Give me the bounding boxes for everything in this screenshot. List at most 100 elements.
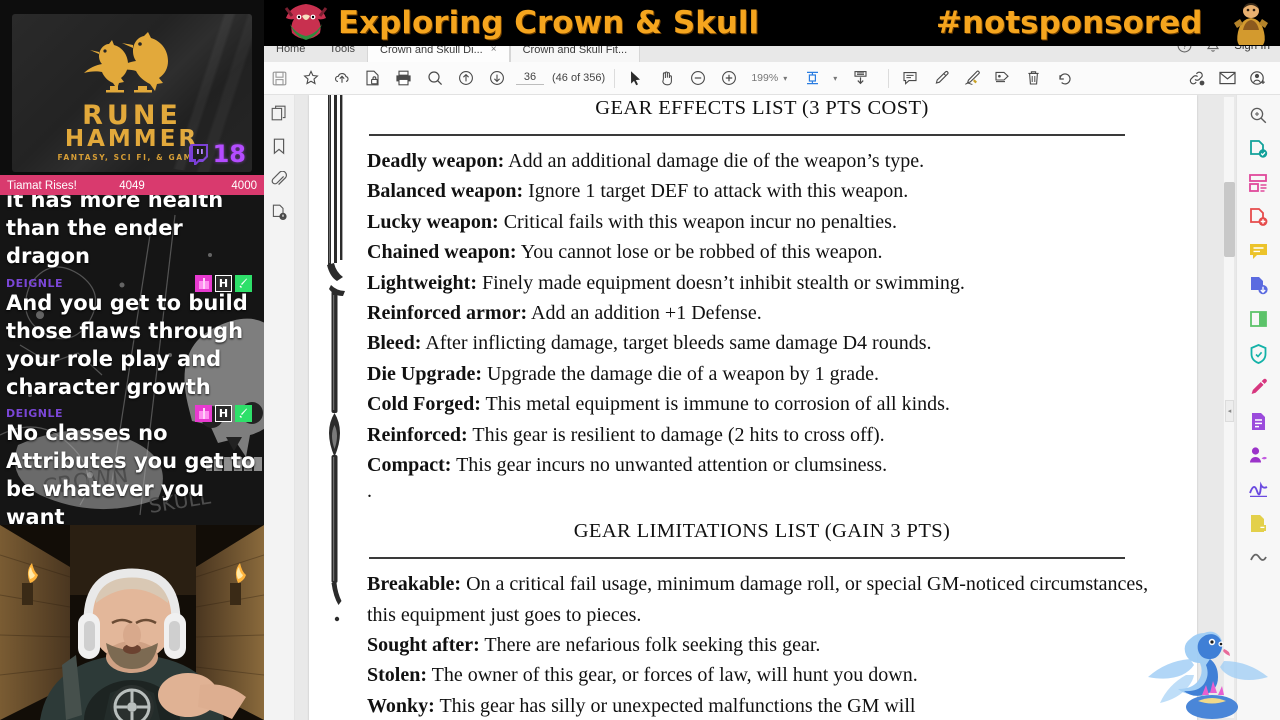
entry-term: Bleed: xyxy=(367,332,422,355)
subscriber-badge xyxy=(195,405,212,423)
trailing-mark: . xyxy=(367,480,372,503)
scrollbar-thumb[interactable] xyxy=(1224,182,1235,257)
comment-tool-icon[interactable] xyxy=(1245,237,1273,265)
gear-limitation-entry: Sought after: There are nefarious folk s… xyxy=(367,630,1157,660)
fill-sign-icon[interactable] xyxy=(1245,407,1273,435)
hand-tool-icon[interactable] xyxy=(651,63,682,94)
entry-desc: Upgrade the damage die of a weapon by 1 … xyxy=(486,362,880,385)
delete-icon[interactable] xyxy=(1018,63,1049,94)
save-icon[interactable] xyxy=(264,63,295,94)
sign-icon[interactable] xyxy=(1245,475,1273,503)
scroll-mode-icon[interactable] xyxy=(845,63,876,94)
protect-pdf-icon[interactable] xyxy=(1245,339,1273,367)
acrobat-left-rail xyxy=(264,95,295,720)
section-heading-gear-limitations: GEAR LIMITATIONS LIST (GAIN 3 PTS) xyxy=(573,520,951,543)
edit-pdf-icon[interactable] xyxy=(1245,373,1273,401)
gear-effect-entry: Deadly weapon: Add an additional damage … xyxy=(367,146,1157,176)
viewer-count: 18 xyxy=(212,140,246,168)
email-icon[interactable] xyxy=(1212,63,1243,94)
next-page-icon[interactable] xyxy=(481,63,512,94)
stream-overlay-column: RUNE HAMMER FANTASY, SCI FI, & GAMES 18 … xyxy=(0,0,264,720)
entry-desc: There are nefarious folk seeking this ge… xyxy=(484,634,821,657)
goal-current: 4049 xyxy=(119,180,145,192)
page-number-input[interactable]: 36 xyxy=(516,71,544,85)
chat-message: DEIGNLE H No classes no Attributes you g… xyxy=(6,405,258,525)
crop-pages-icon[interactable] xyxy=(1245,305,1273,333)
search-icon[interactable] xyxy=(1245,101,1273,129)
page-navigation: 36 (46 of 356) xyxy=(516,71,605,85)
collapse-right-panel-button[interactable]: ◂ xyxy=(1225,400,1234,422)
select-cursor-icon[interactable] xyxy=(620,63,651,94)
entry-desc: Critical fails with this weapon incur no… xyxy=(503,210,897,233)
fit-page-icon[interactable] xyxy=(797,63,828,94)
h-badge: H xyxy=(215,405,232,423)
entry-term: Lightweight: xyxy=(367,271,477,294)
chevron-down-icon[interactable]: ▾ xyxy=(833,74,837,83)
highlight-icon[interactable] xyxy=(925,63,956,94)
zoom-tool-icon[interactable] xyxy=(419,63,450,94)
rotate-icon[interactable] xyxy=(1049,63,1080,94)
chat-message: DEIGNLE H And you get to build those fla… xyxy=(6,274,258,402)
entry-desc: Add an addition +1 Defense. xyxy=(531,301,762,324)
section-divider xyxy=(369,134,1125,136)
entry-term: Deadly weapon: xyxy=(367,150,505,172)
entry-desc: You cannot lose or be robbed of this wea… xyxy=(520,241,883,264)
stream-title-banner: Exploring Crown & Skull #notsponsored xyxy=(264,0,1280,46)
gear-limitation-entry: Breakable: On a critical fail usage, min… xyxy=(367,569,1157,630)
print-icon[interactable] xyxy=(388,63,419,94)
entry-desc: The owner of this gear, or forces of law… xyxy=(431,664,918,687)
bookmarks-icon[interactable] xyxy=(272,138,286,160)
previous-page-icon[interactable] xyxy=(450,63,481,94)
pdf-text-content: GEAR EFFECTS LIST (3 PTS COST) Deadly we… xyxy=(367,95,1157,720)
chat-badges: H xyxy=(195,405,252,423)
goal-target: 4000 xyxy=(231,180,257,192)
organize-pages-icon[interactable] xyxy=(1245,169,1273,197)
entry-desc: Ignore 1 target DEF to attack with this … xyxy=(528,180,909,203)
chat-message-list: it has more health than the ender dragon… xyxy=(0,195,264,525)
request-signature-icon[interactable] xyxy=(1245,441,1273,469)
twitch-icon xyxy=(188,143,208,165)
zoom-out-icon[interactable] xyxy=(682,63,713,94)
export-pdf-icon[interactable] xyxy=(1245,135,1273,163)
two-ravens-icon xyxy=(84,32,168,93)
attachments-icon[interactable] xyxy=(271,170,287,193)
adobe-acrobat-window: Home Tools Crown and Skull Di... × Crown… xyxy=(264,0,1280,720)
gear-effect-entry: Lightweight: Finely made equipment doesn… xyxy=(367,268,1157,298)
dragon-head-icon xyxy=(284,4,328,40)
sword-badge xyxy=(235,405,252,423)
toolbar-divider xyxy=(888,68,890,88)
brand-name-line2: HAMMER xyxy=(64,126,200,152)
pdf-document-viewport[interactable]: GEAR EFFECTS LIST (3 PTS COST) Deadly we… xyxy=(295,95,1236,720)
gear-effect-entry: Cold Forged: This metal equipment is imm… xyxy=(367,389,1157,419)
draw-icon[interactable] xyxy=(956,63,987,94)
goal-bar: Tiamat Rises! 4049 4000 xyxy=(0,175,264,197)
streamer-webcam xyxy=(0,525,264,720)
gear-effect-entry: Reinforced armor: Add an addition +1 Def… xyxy=(367,298,1157,328)
gear-effect-entry: Balanced weapon: Ignore 1 target DEF to … xyxy=(367,176,1157,206)
entry-desc: Finely made equipment doesn’t inhibit st… xyxy=(482,271,965,294)
stamp-tool-icon[interactable] xyxy=(1245,509,1273,537)
measure-icon[interactable] xyxy=(1245,543,1273,571)
zoom-in-icon[interactable] xyxy=(713,63,744,94)
add-person-icon[interactable] xyxy=(1243,63,1274,94)
zoom-level-label[interactable]: 199% xyxy=(744,72,778,84)
document-info-icon[interactable] xyxy=(271,204,288,226)
sword-ornament-icon xyxy=(327,95,345,622)
upload-cloud-icon[interactable] xyxy=(326,63,357,94)
protect-file-icon[interactable] xyxy=(357,63,388,94)
entry-desc: This gear has silly or unexpected malfun… xyxy=(439,694,916,717)
chevron-left-icon: ◂ xyxy=(1227,408,1232,415)
character-icon xyxy=(1234,3,1268,45)
logo-card: RUNE HAMMER FANTASY, SCI FI, & GAMES 18 xyxy=(12,14,252,172)
entry-term: Stolen: xyxy=(367,664,427,687)
stamp-icon[interactable] xyxy=(987,63,1018,94)
share-link-icon[interactable] xyxy=(1181,63,1212,94)
page-thumbnails-icon[interactable] xyxy=(271,105,288,127)
chat-badges: H xyxy=(195,274,252,292)
comment-icon[interactable] xyxy=(894,63,925,94)
create-pdf-icon[interactable] xyxy=(1245,203,1273,231)
compress-pdf-icon[interactable] xyxy=(1245,271,1273,299)
chevron-down-icon[interactable]: ▾ xyxy=(783,74,787,83)
chat-message: it has more health than the ender dragon xyxy=(6,195,258,271)
star-icon[interactable] xyxy=(295,63,326,94)
